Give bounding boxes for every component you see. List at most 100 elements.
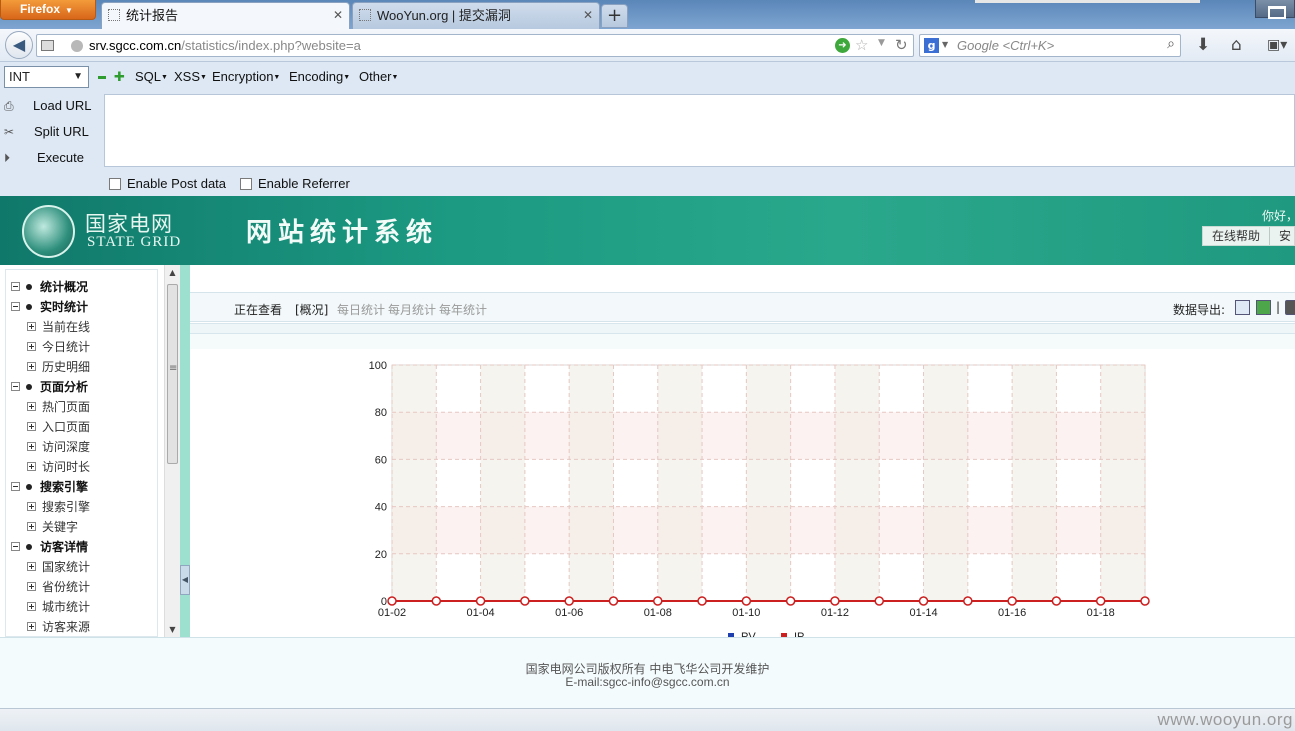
execute-button[interactable]: ⏵ Execute xyxy=(0,147,100,169)
url-bar[interactable]: srv.sgcc.com.cn/statistics/index.php?web… xyxy=(36,34,914,57)
data-point[interactable] xyxy=(741,596,752,606)
site-identity-icon[interactable] xyxy=(71,40,83,52)
search-bar[interactable]: g ▼ Google <Ctrl+K> ⌕ xyxy=(919,34,1181,57)
menu-item[interactable]: 当前在线 xyxy=(0,317,160,337)
back-button[interactable]: ◀ xyxy=(5,31,33,59)
data-point[interactable] xyxy=(431,596,442,606)
home-icon[interactable]: ⌂ xyxy=(1231,35,1242,55)
menu-encoding[interactable]: Encoding▼ xyxy=(289,69,350,84)
data-point[interactable] xyxy=(830,596,840,606)
increase-icon[interactable]: ✚ xyxy=(114,70,125,85)
reload-icon[interactable]: ↻ xyxy=(895,36,908,54)
collapse-arrow-icon[interactable]: ◀ xyxy=(180,565,190,595)
data-point[interactable] xyxy=(874,596,884,606)
frame-splitter[interactable]: ◀ xyxy=(180,265,190,637)
data-point[interactable] xyxy=(1051,596,1062,606)
bookmark-star-icon[interactable]: ☆ xyxy=(855,36,868,54)
data-point[interactable] xyxy=(608,596,619,606)
menu-item[interactable]: 访客来源 xyxy=(0,617,160,637)
data-point[interactable] xyxy=(653,596,663,606)
menu-group[interactable]: 搜索引擎 xyxy=(0,477,160,497)
menu-encryption[interactable]: Encryption▼ xyxy=(212,69,280,84)
close-icon[interactable]: ✕ xyxy=(583,3,593,28)
expand-toggle-icon[interactable] xyxy=(27,342,36,351)
data-point[interactable] xyxy=(1140,596,1150,606)
chevron-down-icon[interactable]: ▼ xyxy=(942,40,948,49)
checkbox-box[interactable] xyxy=(240,178,252,190)
history-dropdown-icon[interactable]: ▼ xyxy=(878,38,885,48)
menu-item[interactable]: 搜索引擎 xyxy=(0,497,160,517)
data-point[interactable] xyxy=(785,596,796,606)
collapse-toggle-icon[interactable] xyxy=(11,482,20,491)
expand-toggle-icon[interactable] xyxy=(27,582,36,591)
type-select[interactable]: INT ▼ xyxy=(4,66,89,88)
scroll-up-icon[interactable]: ▲ xyxy=(165,265,180,280)
data-point[interactable] xyxy=(963,596,973,606)
scroll-down-icon[interactable]: ▼ xyxy=(165,622,180,637)
tab-statistics-report[interactable]: 统计报告 ✕ xyxy=(101,2,350,29)
decrease-icon[interactable] xyxy=(98,76,106,79)
split-url-button[interactable]: ✂ Split URL xyxy=(0,121,100,143)
collapse-toggle-icon[interactable] xyxy=(11,282,20,291)
data-point[interactable] xyxy=(697,596,707,606)
data-point[interactable] xyxy=(564,596,574,606)
tab-yearly-stats[interactable]: 每年统计 xyxy=(439,301,487,318)
collapse-toggle-icon[interactable] xyxy=(11,382,20,391)
menu-xss[interactable]: XSS▼ xyxy=(174,69,207,84)
menu-group[interactable]: 访客详情 xyxy=(0,537,160,557)
menu-item[interactable]: 国家统计 xyxy=(0,557,160,577)
expand-toggle-icon[interactable] xyxy=(27,422,36,431)
menu-item[interactable]: 访问深度 xyxy=(0,437,160,457)
expand-toggle-icon[interactable] xyxy=(27,402,36,411)
collapse-toggle-icon[interactable] xyxy=(11,302,20,311)
expand-toggle-icon[interactable] xyxy=(27,442,36,451)
menu-item[interactable]: 访问时长 xyxy=(0,457,160,477)
data-point[interactable] xyxy=(520,596,530,606)
collapse-toggle-icon[interactable] xyxy=(11,542,20,551)
close-icon[interactable]: ✕ xyxy=(333,3,343,28)
firefox-menu-button[interactable]: Firefox ▼ xyxy=(0,0,96,20)
tab-overview[interactable]: [概况] xyxy=(295,301,328,318)
expand-toggle-icon[interactable] xyxy=(27,322,36,331)
data-point[interactable] xyxy=(918,596,929,606)
tab-monthly-stats[interactable]: 每月统计 xyxy=(388,301,436,318)
google-engine-icon[interactable]: g xyxy=(924,38,939,53)
data-point[interactable] xyxy=(1095,596,1106,606)
scroll-thumb[interactable] xyxy=(167,284,178,464)
menu-item[interactable]: 热门页面 xyxy=(0,397,160,417)
menu-group[interactable]: 页面分析 xyxy=(0,377,160,397)
load-url-button[interactable]: ⎙ Load URL xyxy=(0,95,100,117)
search-icon[interactable]: ⌕ xyxy=(1167,36,1175,52)
go-arrow-icon[interactable]: ➜ xyxy=(835,38,850,53)
expand-toggle-icon[interactable] xyxy=(27,562,36,571)
menu-scrollbar[interactable]: ▲ ▼ xyxy=(164,265,180,637)
hackbar-url-textarea[interactable] xyxy=(104,94,1295,167)
menu-item[interactable]: 省份统计 xyxy=(0,577,160,597)
menu-item[interactable]: 今日统计 xyxy=(0,337,160,357)
data-point[interactable] xyxy=(1007,596,1017,606)
online-help-link[interactable]: 在线帮助 xyxy=(1203,227,1271,245)
export-excel-icon[interactable] xyxy=(1256,300,1271,315)
expand-toggle-icon[interactable] xyxy=(27,602,36,611)
new-tab-button[interactable]: + xyxy=(601,4,628,28)
print-icon[interactable] xyxy=(1285,300,1295,315)
menu-item[interactable]: 关键字 xyxy=(0,517,160,537)
menu-item[interactable]: 城市统计 xyxy=(0,597,160,617)
enable-referrer-checkbox[interactable]: Enable Referrer xyxy=(240,176,350,191)
menu-group[interactable]: 统计概况 xyxy=(0,277,160,297)
search-input[interactable]: Google <Ctrl+K> xyxy=(957,38,1054,53)
expand-toggle-icon[interactable] xyxy=(27,522,36,531)
url-text[interactable]: srv.sgcc.com.cn/statistics/index.php?web… xyxy=(89,38,361,53)
menu-group[interactable]: 实时统计 xyxy=(0,297,160,317)
menu-item[interactable]: 历史明细 xyxy=(0,357,160,377)
expand-toggle-icon[interactable] xyxy=(27,362,36,371)
menu-sql[interactable]: SQL▼ xyxy=(135,69,168,84)
enable-post-data-checkbox[interactable]: Enable Post data xyxy=(109,176,226,191)
export-word-icon[interactable] xyxy=(1235,300,1250,315)
menu-other[interactable]: Other▼ xyxy=(359,69,398,84)
expand-toggle-icon[interactable] xyxy=(27,462,36,471)
checkbox-box[interactable] xyxy=(109,178,121,190)
tab-wooyun[interactable]: WooYun.org | 提交漏洞 ✕ xyxy=(352,2,600,29)
menu-item[interactable]: 入口页面 xyxy=(0,417,160,437)
expand-toggle-icon[interactable] xyxy=(27,622,36,631)
